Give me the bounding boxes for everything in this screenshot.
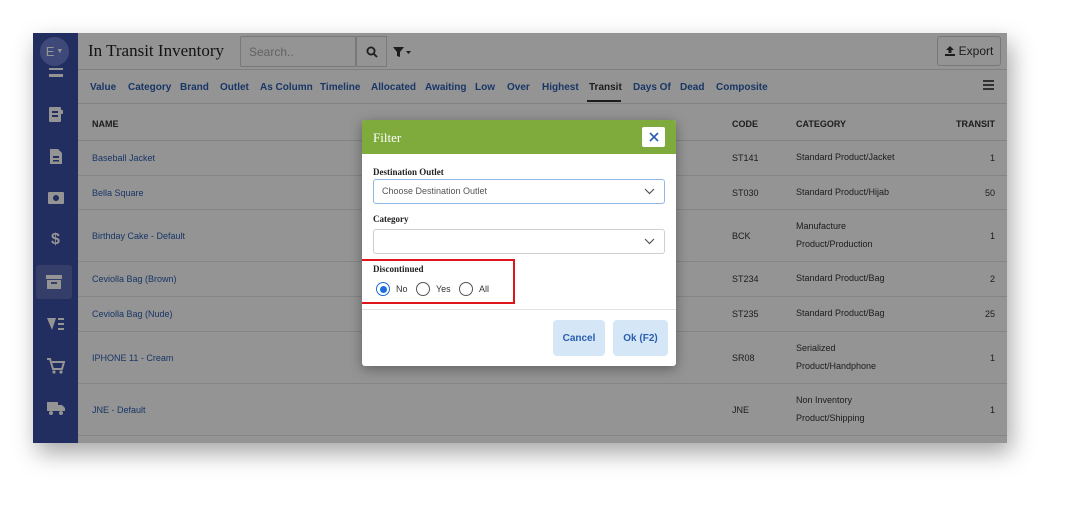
radio-yes-label: Yes [436, 284, 451, 294]
ok-button[interactable]: Ok (F2) [613, 320, 668, 356]
dialog-header: Filter [362, 120, 676, 154]
chevron-down-icon [644, 188, 655, 195]
radio-no-label: No [396, 284, 408, 294]
radio-selected-icon [376, 282, 390, 296]
discontinued-radio-all[interactable]: All [459, 282, 489, 296]
chevron-down-icon [644, 238, 655, 245]
close-button[interactable] [642, 127, 665, 147]
category-label: Category [373, 214, 409, 224]
discontinued-radio-no[interactable]: No [376, 282, 408, 296]
destination-outlet-label: Destination Outlet [373, 167, 444, 177]
dialog-title: Filter [373, 130, 402, 145]
radio-unselected-icon [416, 282, 430, 296]
filter-dialog: Filter Destination Outlet Choose Destina… [362, 120, 676, 366]
dialog-divider [362, 309, 676, 310]
destination-outlet-select[interactable]: Choose Destination Outlet [373, 179, 665, 204]
discontinued-label: Discontinued [373, 264, 424, 274]
cancel-button[interactable]: Cancel [553, 320, 605, 356]
app-window: E ▼ $ In Transit Inventory Search.. Expo… [33, 33, 1007, 443]
destination-outlet-placeholder: Choose Destination Outlet [382, 186, 488, 196]
radio-unselected-icon [459, 282, 473, 296]
close-icon [648, 132, 659, 142]
category-select[interactable] [373, 229, 665, 254]
discontinued-radio-yes[interactable]: Yes [416, 282, 451, 296]
radio-all-label: All [479, 284, 490, 294]
